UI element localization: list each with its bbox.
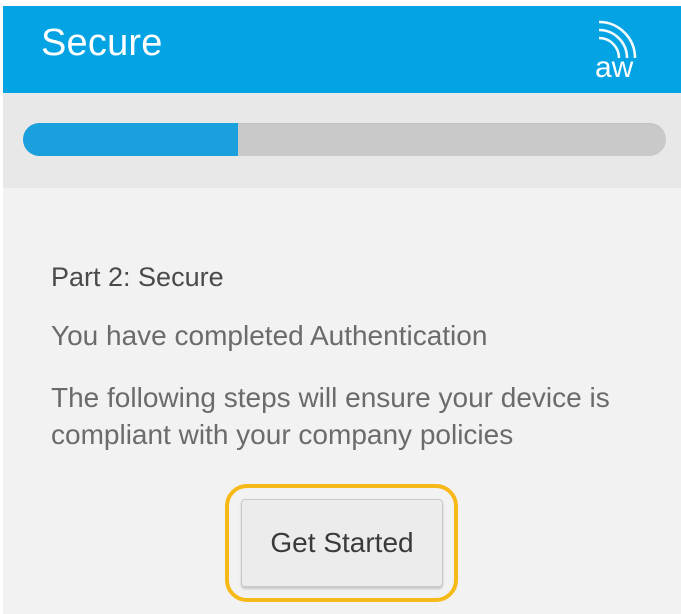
- progress-fill: [23, 123, 239, 156]
- description-text: The following steps will ensure your dev…: [51, 382, 610, 450]
- logo-text: aw: [595, 51, 634, 82]
- airwatch-logo-icon: aw: [593, 16, 651, 82]
- part-heading: Part 2: Secure: [51, 262, 224, 292]
- completed-message: You have completed Authentication: [51, 320, 488, 351]
- progress-bar: [23, 123, 666, 156]
- app-header: Secure aw: [3, 6, 681, 93]
- get-started-button[interactable]: Get Started: [241, 499, 443, 587]
- main-content: Part 2: Secure You have completed Authen…: [3, 188, 681, 614]
- progress-section: [3, 93, 681, 188]
- page-title: Secure: [41, 22, 163, 64]
